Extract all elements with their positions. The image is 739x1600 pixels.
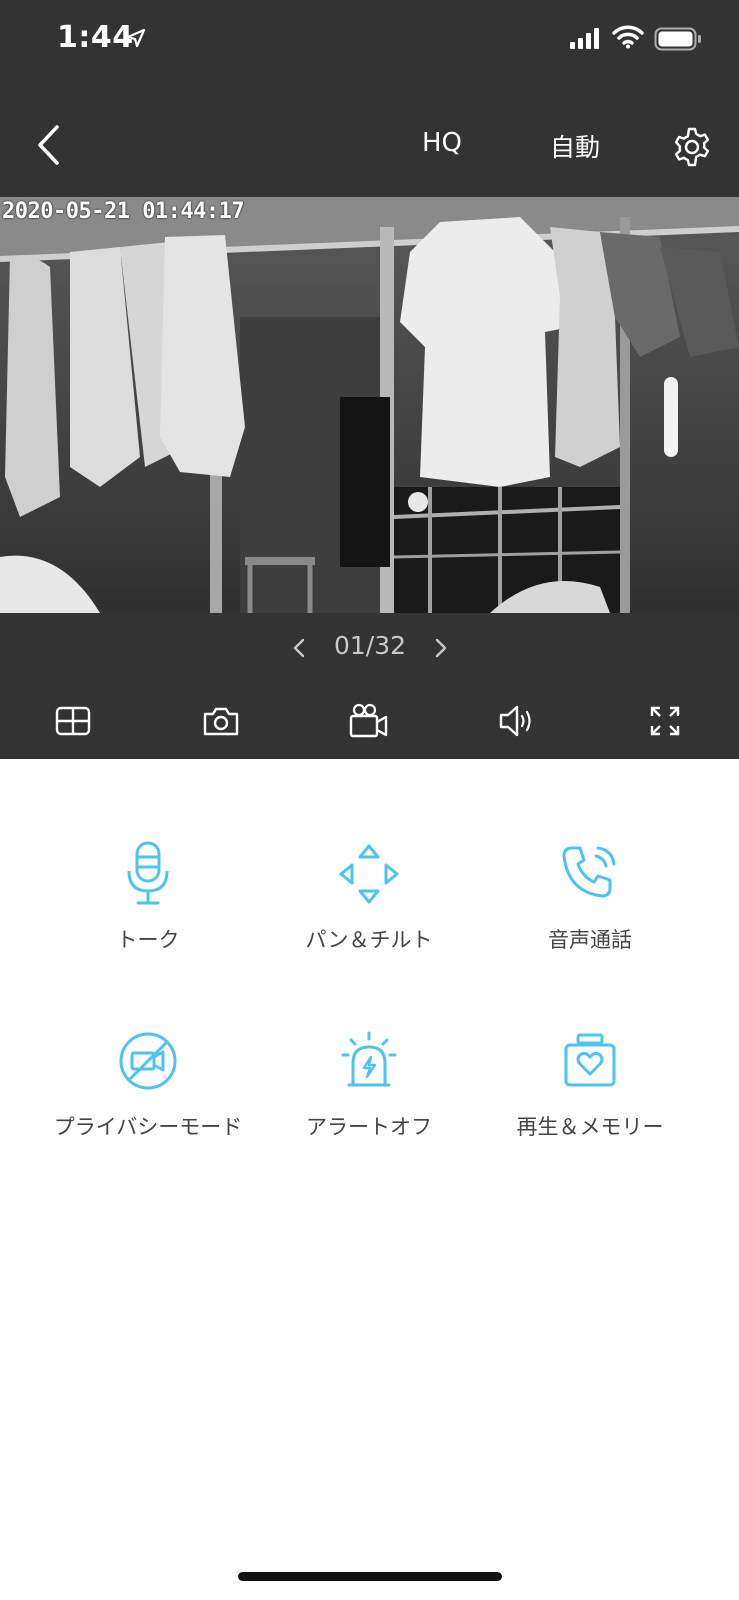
back-button[interactable] (28, 120, 68, 170)
chevron-left-icon (293, 638, 305, 658)
snapshot-button[interactable] (191, 693, 251, 749)
status-bar: 1:44 (0, 0, 739, 80)
audio-toggle-button[interactable] (487, 693, 547, 749)
status-time: 1:44 (57, 20, 134, 55)
pan-tilt-label: パン＆チルト (305, 928, 433, 952)
playback-controls: 01/32 (0, 613, 739, 759)
camera-live-view[interactable]: 2020-05-21 01:44:17 (0, 197, 739, 613)
video-camera-icon (349, 703, 388, 738)
alert-off-label: アラートオフ (306, 1115, 432, 1139)
voice-call-button[interactable]: 音声通話 (475, 834, 705, 974)
memory-heart-icon (564, 1033, 616, 1087)
fullscreen-button[interactable] (635, 693, 695, 749)
privacy-mode-icon (119, 1032, 177, 1090)
privacy-mode-button[interactable]: プライバシーモード (33, 1021, 263, 1161)
playback-memory-button[interactable]: 再生＆メモリー (475, 1021, 705, 1161)
chevron-left-icon (38, 125, 59, 165)
location-arrow-icon (126, 28, 146, 48)
playback-memory-label: 再生＆メモリー (516, 1115, 664, 1139)
grid-view-icon (55, 706, 91, 736)
pan-tilt-icon (339, 844, 399, 904)
feature-grid: トーク パン＆チルト 音声通話 プライバシーモード アラートオフ 再生＆メモリー (0, 759, 739, 1159)
speaker-icon (499, 705, 531, 737)
next-camera-button[interactable] (428, 631, 454, 665)
mode-toggle-button[interactable]: 自動 (540, 128, 610, 164)
multi-view-button[interactable] (43, 693, 103, 749)
record-button[interactable] (339, 693, 399, 749)
cellular-signal-icon (570, 28, 599, 49)
camera-toolbar (0, 693, 739, 753)
camera-feed-image (0, 197, 739, 613)
pan-tilt-button[interactable]: パン＆チルト (254, 834, 484, 974)
alert-off-button[interactable]: アラートオフ (254, 1021, 484, 1161)
camera-page-counter: 01/32 (333, 631, 407, 660)
alarm-light-icon (341, 1031, 397, 1087)
talk-button[interactable]: トーク (33, 834, 263, 974)
talk-label: トーク (116, 928, 180, 952)
home-indicator[interactable] (238, 1572, 502, 1581)
microphone-icon (127, 841, 169, 905)
settings-button[interactable] (670, 125, 714, 169)
video-timestamp: 2020-05-21 01:44:17 (2, 199, 245, 224)
voice-call-label: 音声通話 (548, 928, 632, 952)
chevron-right-icon (435, 638, 447, 658)
previous-camera-button[interactable] (286, 631, 312, 665)
battery-icon (654, 27, 701, 51)
fullscreen-icon (650, 706, 680, 736)
privacy-mode-label: プライバシーモード (53, 1115, 243, 1139)
wifi-icon (612, 25, 644, 49)
phone-call-icon (562, 846, 616, 898)
nav-bar: HQ 自動 (0, 110, 739, 180)
camera-pager: 01/32 (0, 627, 739, 671)
quality-toggle-button[interactable]: HQ (410, 128, 474, 158)
gear-icon (674, 127, 710, 167)
camera-icon (203, 707, 239, 736)
